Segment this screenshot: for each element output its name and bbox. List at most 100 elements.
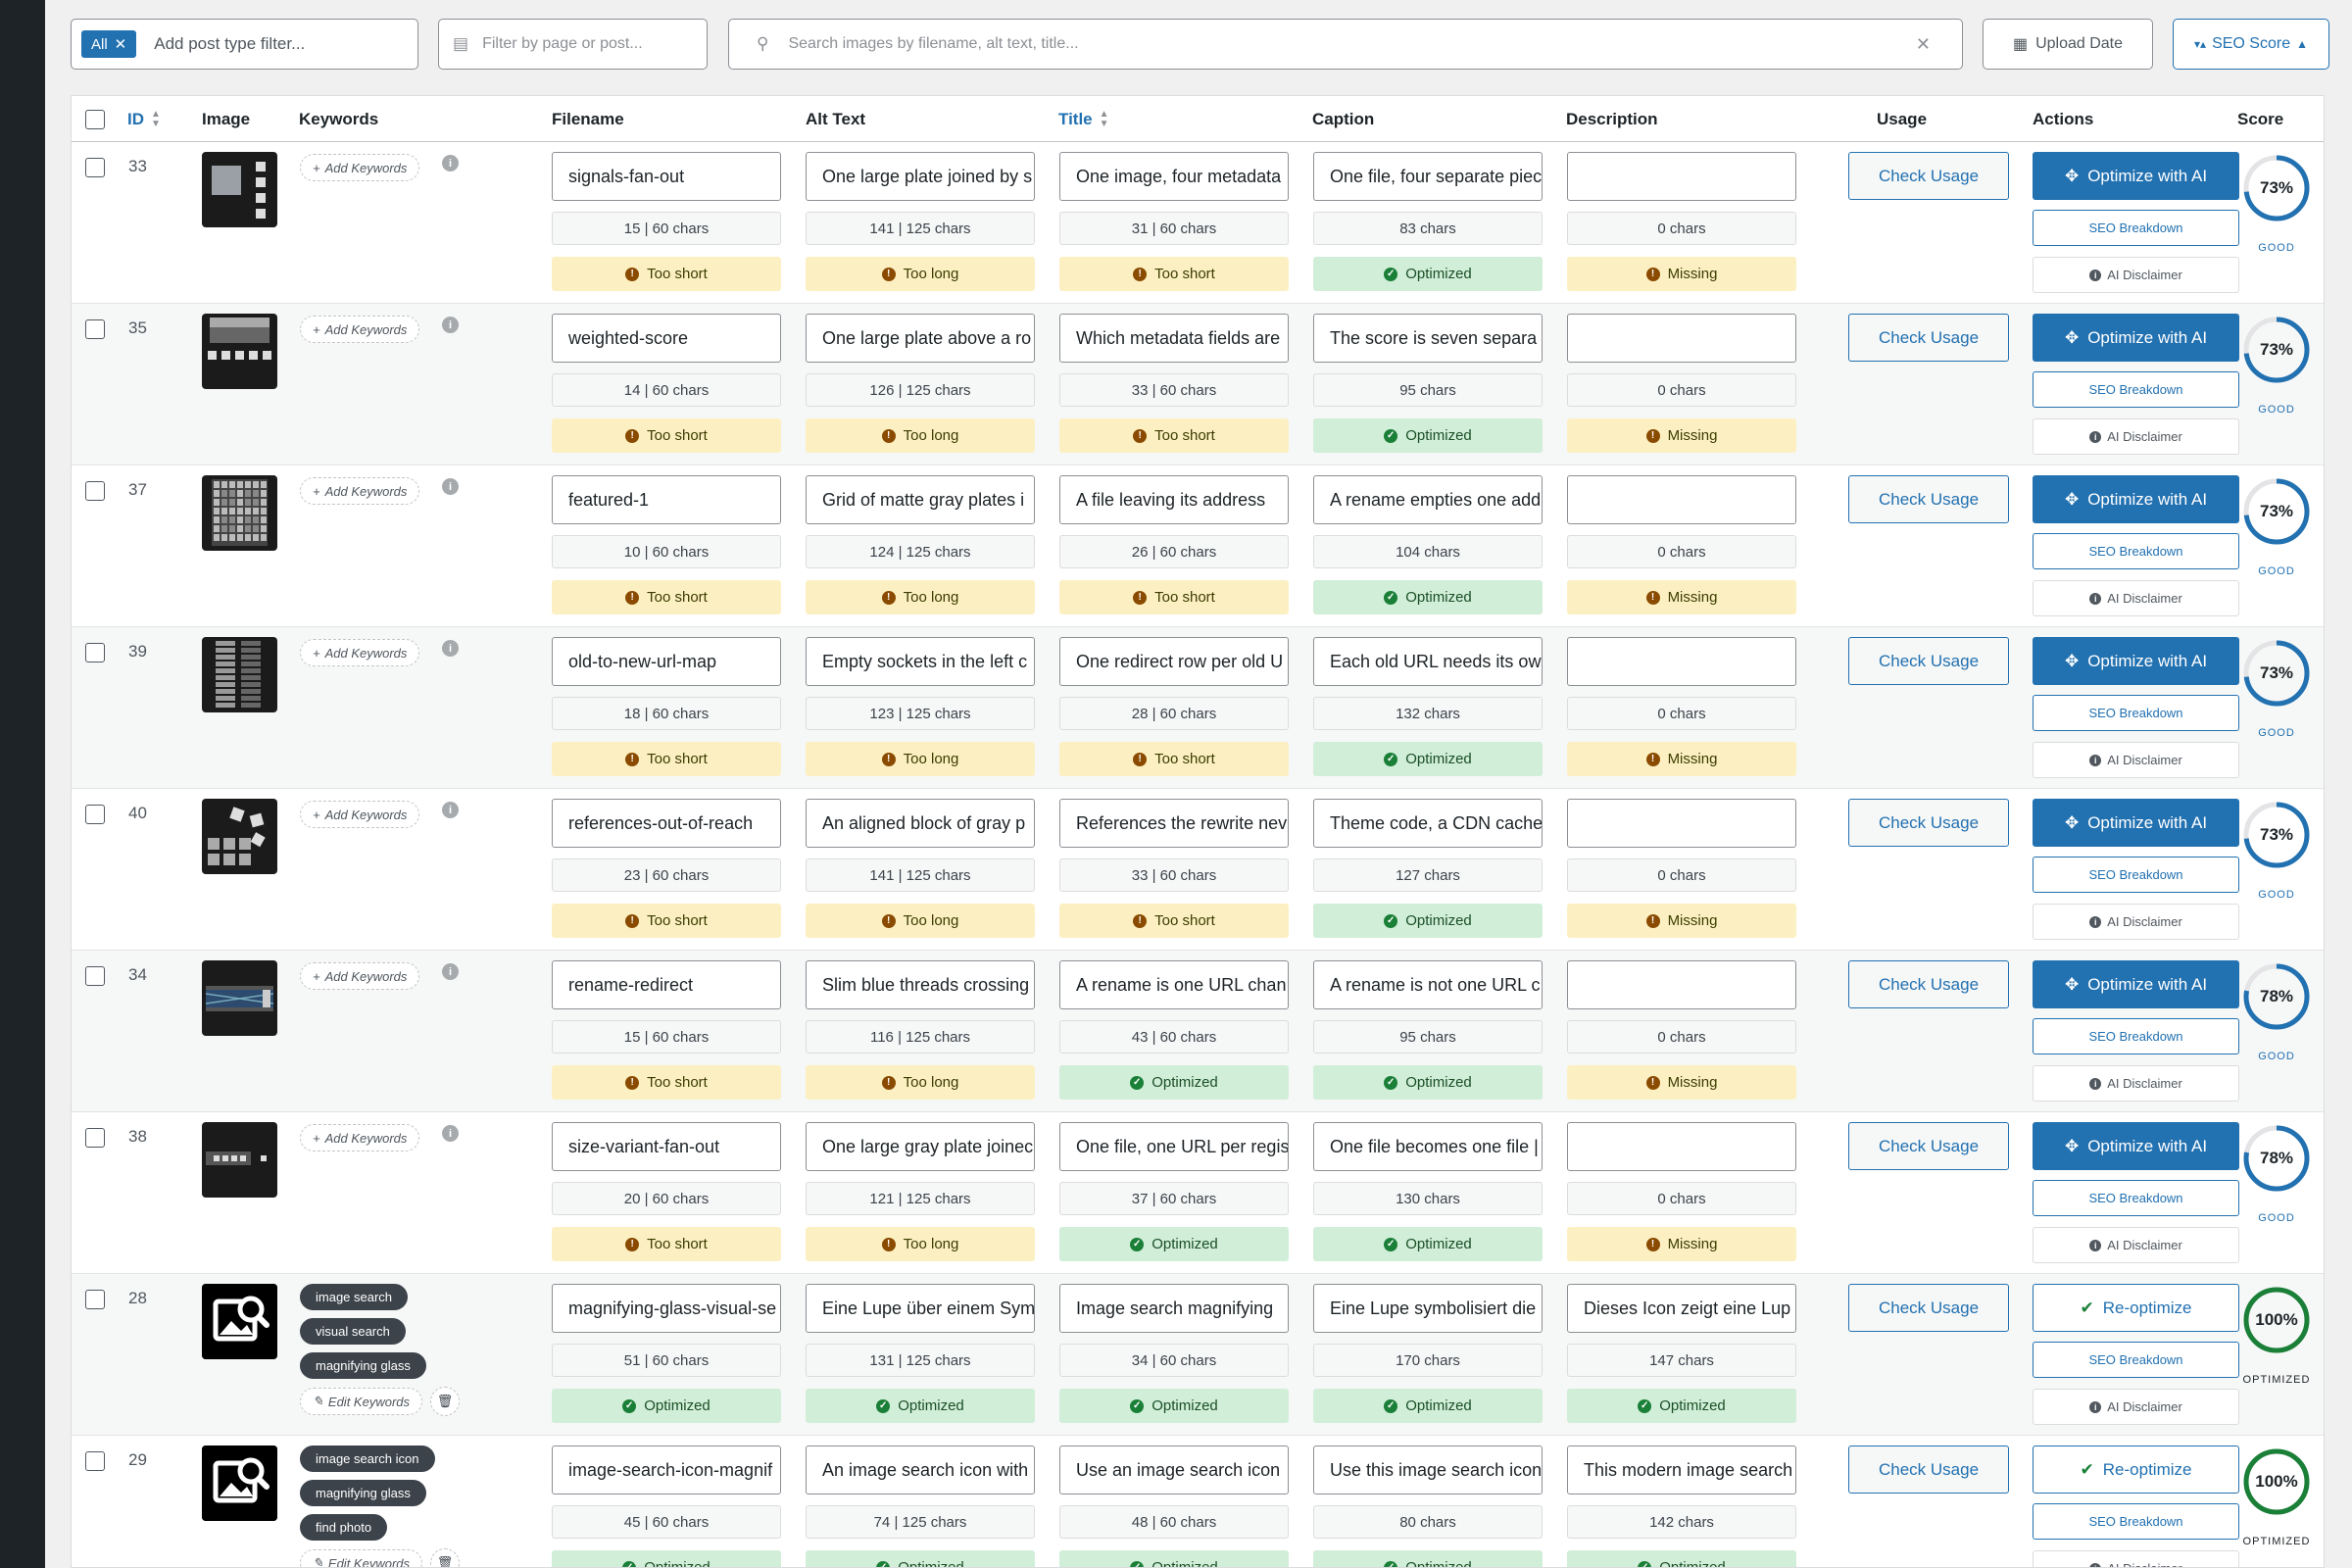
check-usage-button[interactable]: Check Usage bbox=[1848, 314, 2009, 362]
row-checkbox[interactable] bbox=[85, 805, 105, 824]
add-keywords-button[interactable]: + Add Keywords bbox=[300, 1124, 420, 1152]
check-usage-button[interactable]: Check Usage bbox=[1848, 960, 2009, 1008]
title-input[interactable]: Image search magnifying bbox=[1059, 1284, 1289, 1333]
seo-breakdown-button[interactable]: SEO Breakdown bbox=[2033, 533, 2239, 569]
seo-breakdown-button[interactable]: SEO Breakdown bbox=[2033, 1503, 2239, 1540]
ai-disclaimer-button[interactable]: iAI Disclaimer bbox=[2033, 257, 2239, 293]
reoptimize-button[interactable]: ✔ Re-optimize bbox=[2033, 1446, 2239, 1494]
caption-input[interactable]: One file, four separate piec bbox=[1313, 152, 1543, 201]
info-icon[interactable]: i bbox=[442, 478, 459, 495]
seo-breakdown-button[interactable]: SEO Breakdown bbox=[2033, 371, 2239, 408]
check-usage-button[interactable]: Check Usage bbox=[1848, 1122, 2009, 1170]
caption-input[interactable]: Each old URL needs its ow bbox=[1313, 637, 1543, 686]
caption-input[interactable]: One file becomes one file | bbox=[1313, 1122, 1543, 1171]
seo-breakdown-button[interactable]: SEO Breakdown bbox=[2033, 1180, 2239, 1216]
alt-text-input[interactable]: Eine Lupe über einem Sym bbox=[806, 1284, 1035, 1333]
image-thumbnail[interactable] bbox=[202, 1122, 277, 1198]
optimize-with-ai-button[interactable]: ✥ Optimize with AI bbox=[2033, 637, 2239, 685]
add-keywords-button[interactable]: + Add Keywords bbox=[300, 639, 420, 666]
filename-input[interactable]: magnifying-glass-visual-se bbox=[552, 1284, 781, 1333]
seo-breakdown-button[interactable]: SEO Breakdown bbox=[2033, 1342, 2239, 1378]
caption-input[interactable]: Use this image search icon bbox=[1313, 1446, 1543, 1494]
keyword-tag[interactable]: image search bbox=[300, 1284, 409, 1310]
title-input[interactable]: A file leaving its address bbox=[1059, 475, 1289, 524]
column-id[interactable]: ID ▲ ▼ bbox=[127, 96, 161, 142]
add-keywords-button[interactable]: + Add Keywords bbox=[300, 316, 420, 343]
seo-breakdown-button[interactable]: SEO Breakdown bbox=[2033, 857, 2239, 893]
keyword-tag[interactable]: magnifying glass bbox=[300, 1480, 426, 1506]
title-input[interactable]: One image, four metadata bbox=[1059, 152, 1289, 201]
caption-input[interactable]: Theme code, a CDN cache bbox=[1313, 799, 1543, 848]
description-input[interactable] bbox=[1567, 960, 1796, 1009]
trash-icon[interactable]: 🗑 bbox=[430, 1387, 460, 1416]
description-input[interactable]: Dieses Icon zeigt eine Lup bbox=[1567, 1284, 1796, 1333]
optimize-with-ai-button[interactable]: ✥ Optimize with AI bbox=[2033, 1122, 2239, 1170]
info-icon[interactable]: i bbox=[442, 802, 459, 818]
optimize-with-ai-button[interactable]: ✥ Optimize with AI bbox=[2033, 960, 2239, 1008]
optimize-with-ai-button[interactable]: ✥ Optimize with AI bbox=[2033, 152, 2239, 200]
description-input[interactable] bbox=[1567, 314, 1796, 363]
add-keywords-button[interactable]: + Add Keywords bbox=[300, 962, 420, 990]
add-keywords-button[interactable]: + Add Keywords bbox=[300, 801, 420, 828]
alt-text-input[interactable]: One large plate above a ro bbox=[806, 314, 1035, 363]
upload-date-sort[interactable]: ▦ Upload Date bbox=[1983, 19, 2153, 70]
info-icon[interactable]: i bbox=[442, 155, 459, 172]
image-thumbnail[interactable] bbox=[202, 1446, 277, 1521]
description-input[interactable] bbox=[1567, 1122, 1796, 1171]
check-usage-button[interactable]: Check Usage bbox=[1848, 152, 2009, 200]
optimize-with-ai-button[interactable]: ✥ Optimize with AI bbox=[2033, 475, 2239, 523]
filename-input[interactable]: weighted-score bbox=[552, 314, 781, 363]
caption-input[interactable]: The score is seven separa bbox=[1313, 314, 1543, 363]
ai-disclaimer-button[interactable]: iAI Disclaimer bbox=[2033, 580, 2239, 616]
description-input[interactable]: This modern image search bbox=[1567, 1446, 1796, 1494]
row-checkbox[interactable] bbox=[85, 1290, 105, 1309]
keyword-tag[interactable]: find photo bbox=[300, 1514, 388, 1541]
alt-text-input[interactable]: An aligned block of gray p bbox=[806, 799, 1035, 848]
alt-text-input[interactable]: Slim blue threads crossing bbox=[806, 960, 1035, 1009]
row-checkbox[interactable] bbox=[85, 481, 105, 501]
seo-breakdown-button[interactable]: SEO Breakdown bbox=[2033, 695, 2239, 731]
seo-score-sort[interactable]: ▾▴ SEO Score ▲ bbox=[2173, 19, 2329, 70]
row-checkbox[interactable] bbox=[85, 643, 105, 662]
clear-search-icon[interactable]: ✕ bbox=[1916, 34, 1931, 55]
keyword-tag[interactable]: image search icon bbox=[300, 1446, 435, 1472]
column-title[interactable]: Title ▲ ▼ bbox=[1058, 96, 1109, 142]
description-input[interactable] bbox=[1567, 799, 1796, 848]
alt-text-input[interactable]: An image search icon with bbox=[806, 1446, 1035, 1494]
all-chip[interactable]: All ✕ bbox=[81, 30, 137, 58]
check-usage-button[interactable]: Check Usage bbox=[1848, 475, 2009, 523]
keyword-tag[interactable]: visual search bbox=[300, 1318, 406, 1345]
info-icon[interactable]: i bbox=[442, 1125, 459, 1142]
reoptimize-button[interactable]: ✔ Re-optimize bbox=[2033, 1284, 2239, 1332]
alt-text-input[interactable]: Grid of matte gray plates i bbox=[806, 475, 1035, 524]
image-thumbnail[interactable] bbox=[202, 1284, 277, 1359]
edit-keywords-button[interactable]: ✎ Edit Keywords bbox=[300, 1388, 422, 1415]
description-input[interactable] bbox=[1567, 152, 1796, 201]
alt-text-input[interactable]: Empty sockets in the left c bbox=[806, 637, 1035, 686]
search-input[interactable]: ⚲ Search images by filename, alt text, t… bbox=[728, 19, 1963, 70]
close-icon[interactable]: ✕ bbox=[115, 35, 127, 53]
seo-breakdown-button[interactable]: SEO Breakdown bbox=[2033, 210, 2239, 246]
image-thumbnail[interactable] bbox=[202, 314, 277, 389]
info-icon[interactable]: i bbox=[442, 317, 459, 333]
filename-input[interactable]: featured-1 bbox=[552, 475, 781, 524]
row-checkbox[interactable] bbox=[85, 158, 105, 177]
ai-disclaimer-button[interactable]: iAI Disclaimer bbox=[2033, 904, 2239, 940]
post-type-filter[interactable]: All ✕ Add post type filter... bbox=[71, 19, 418, 70]
title-input[interactable]: A rename is one URL chan bbox=[1059, 960, 1289, 1009]
ai-disclaimer-button[interactable]: iAI Disclaimer bbox=[2033, 742, 2239, 778]
title-input[interactable]: Which metadata fields are bbox=[1059, 314, 1289, 363]
caption-input[interactable]: Eine Lupe symbolisiert die bbox=[1313, 1284, 1543, 1333]
ai-disclaimer-button[interactable]: iAI Disclaimer bbox=[2033, 1065, 2239, 1102]
filename-input[interactable]: references-out-of-reach bbox=[552, 799, 781, 848]
caption-input[interactable]: A rename empties one add bbox=[1313, 475, 1543, 524]
trash-icon[interactable]: 🗑 bbox=[430, 1548, 460, 1567]
optimize-with-ai-button[interactable]: ✥ Optimize with AI bbox=[2033, 314, 2239, 362]
ai-disclaimer-button[interactable]: iAI Disclaimer bbox=[2033, 418, 2239, 455]
ai-disclaimer-button[interactable]: iAI Disclaimer bbox=[2033, 1550, 2239, 1567]
add-keywords-button[interactable]: + Add Keywords bbox=[300, 154, 420, 181]
select-all-checkbox[interactable] bbox=[85, 110, 105, 129]
description-input[interactable] bbox=[1567, 475, 1796, 524]
check-usage-button[interactable]: Check Usage bbox=[1848, 799, 2009, 847]
filename-input[interactable]: rename-redirect bbox=[552, 960, 781, 1009]
